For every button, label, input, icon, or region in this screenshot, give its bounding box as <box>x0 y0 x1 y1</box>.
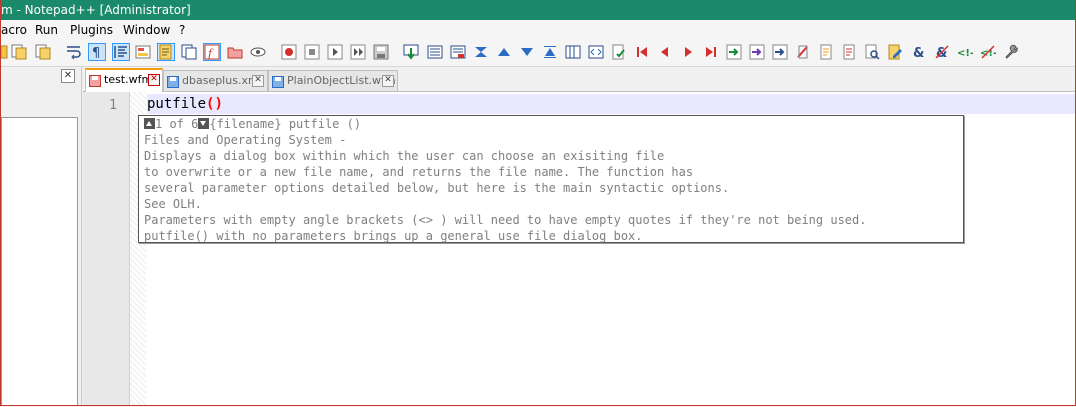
svg-text:<!--: <!-- <box>957 48 973 59</box>
notepadpp-window: m - Notepad++ [Administrator] acro Run P… <box>0 0 1076 406</box>
tab-close-icon[interactable]: ✕ <box>382 75 394 87</box>
clear-compare-icon[interactable] <box>795 44 811 60</box>
side-panel: ✕ <box>1 67 82 405</box>
expand-icon[interactable] <box>542 44 558 60</box>
record-macro-icon[interactable] <box>281 44 297 60</box>
toolbar: ¶ f & & <!-- <! <box>1 40 1075 67</box>
wrench-icon[interactable] <box>1003 44 1019 60</box>
collapse-icon[interactable] <box>473 44 489 60</box>
comment-icon[interactable]: <!-- <box>957 44 973 60</box>
tab-close-icon[interactable]: ✕ <box>252 75 264 87</box>
tab-test-wfm[interactable]: test.wfm ✕ <box>85 68 163 92</box>
menu-run[interactable]: Run <box>35 20 58 40</box>
indent-guide-icon[interactable] <box>112 43 130 61</box>
document-map-icon[interactable] <box>157 43 175 61</box>
save-macro-icon[interactable] <box>373 44 389 60</box>
list-remove-icon[interactable] <box>450 44 466 60</box>
menu-bar: acro Run Plugins Window ? <box>1 20 1075 40</box>
calltip-header: 1 of 6 {filename} putfile () <box>144 116 361 132</box>
panel-tree-area[interactable] <box>1 117 78 405</box>
function-list-icon[interactable] <box>181 44 197 60</box>
columns-icon[interactable] <box>565 44 581 60</box>
play-macro-icon[interactable] <box>327 44 343 60</box>
list-icon[interactable] <box>427 44 443 60</box>
title-bar: m - Notepad++ [Administrator] <box>1 0 1075 20</box>
folder-as-workspace-icon[interactable]: f <box>203 43 221 61</box>
sync-scroll-vertical-icon[interactable] <box>11 44 27 60</box>
menu-plugins[interactable]: Plugins <box>70 20 113 40</box>
panel-close-icon[interactable]: ✕ <box>61 69 75 83</box>
show-all-characters-icon[interactable]: ¶ <box>88 43 106 61</box>
tab-dbaseplus-xml[interactable]: dbaseplus.xml ✕ <box>163 70 268 91</box>
calltip-counter: 1 of 6 <box>155 117 199 131</box>
tab-plainobjectlist-wfm[interactable]: PlainObjectList.wfm ✕ <box>268 70 398 91</box>
user-defined-language-icon[interactable] <box>135 44 151 60</box>
document-alt-icon[interactable] <box>841 44 857 60</box>
brace-highlight: () <box>206 96 223 112</box>
first-icon[interactable] <box>634 44 650 60</box>
edit-document-icon[interactable] <box>887 44 903 60</box>
compare-next-icon[interactable] <box>772 44 788 60</box>
compare-icon[interactable] <box>726 44 742 60</box>
code-icon[interactable] <box>588 44 604 60</box>
previous-icon[interactable] <box>657 44 673 60</box>
ampersand-icon[interactable]: & <box>911 44 927 60</box>
run-macro-multiple-icon[interactable] <box>350 44 366 60</box>
calltip-down-arrow-icon[interactable] <box>198 118 210 129</box>
calltip-line: several parameter options detailed below… <box>144 181 730 195</box>
calltip-line: to overwrite or a new file name, and ret… <box>144 165 694 179</box>
word-wrap-icon[interactable] <box>66 44 82 60</box>
calltip-signature: {filename} putfile () <box>209 117 362 131</box>
current-line-highlight <box>147 94 1075 114</box>
tab-label: test.wfm <box>104 73 153 86</box>
arrow-down-icon[interactable] <box>519 44 535 60</box>
calltip-line: Files and Operating System - <box>144 133 347 147</box>
file-saved-icon <box>167 75 179 88</box>
calltip-line: See OLH. <box>144 197 202 211</box>
tab-label: PlainObjectList.wfm <box>287 74 396 87</box>
sync-scroll-horizontal-icon[interactable] <box>35 44 51 60</box>
monitoring-eye-icon[interactable] <box>250 44 266 60</box>
find-document-icon[interactable] <box>864 44 880 60</box>
calltip-line: Parameters with empty angle brackets (<>… <box>144 213 867 227</box>
next-icon[interactable] <box>680 44 696 60</box>
code-text: putfile <box>147 96 207 112</box>
svg-text:&: & <box>913 46 924 60</box>
code-line[interactable]: putfile() <box>147 96 223 112</box>
arrow-up-icon[interactable] <box>496 44 512 60</box>
calltip-line: Displays a dialog box within which the u… <box>144 149 665 163</box>
calltip-line: putfile() with no parameters brings up a… <box>144 229 643 243</box>
folder-icon[interactable] <box>227 44 243 60</box>
line-number: 1 <box>109 98 117 113</box>
last-icon[interactable] <box>703 44 719 60</box>
calltip-popup: 1 of 6 {filename} putfile () Files and Op… <box>138 115 964 243</box>
line-number-gutter: 1 <box>83 92 130 405</box>
tab-label: dbaseplus.xml <box>182 74 262 87</box>
menu-help[interactable]: ? <box>179 20 185 40</box>
document-icon[interactable] <box>818 44 834 60</box>
file-modified-icon <box>89 74 101 87</box>
menu-window[interactable]: Window <box>123 20 170 40</box>
stop-recording-icon[interactable] <box>304 44 320 60</box>
tab-bar: test.wfm ✕ dbaseplus.xml ✕ PlainObjectLi… <box>83 67 1075 92</box>
menu-macro[interactable]: acro <box>1 20 27 40</box>
compare-navigate-icon[interactable] <box>749 44 765 60</box>
window-title: m - Notepad++ [Administrator] <box>1 3 191 17</box>
calltip-up-arrow-icon[interactable] <box>144 118 155 129</box>
uncomment-icon[interactable]: <!-- <box>980 44 996 60</box>
insert-icon[interactable] <box>403 44 419 60</box>
tab-close-icon[interactable]: ✕ <box>148 74 160 86</box>
file-saved-icon <box>272 75 284 88</box>
ampersand-remove-icon[interactable]: & <box>934 44 950 60</box>
check-document-icon[interactable] <box>611 44 627 60</box>
svg-text:¶: ¶ <box>92 46 100 60</box>
